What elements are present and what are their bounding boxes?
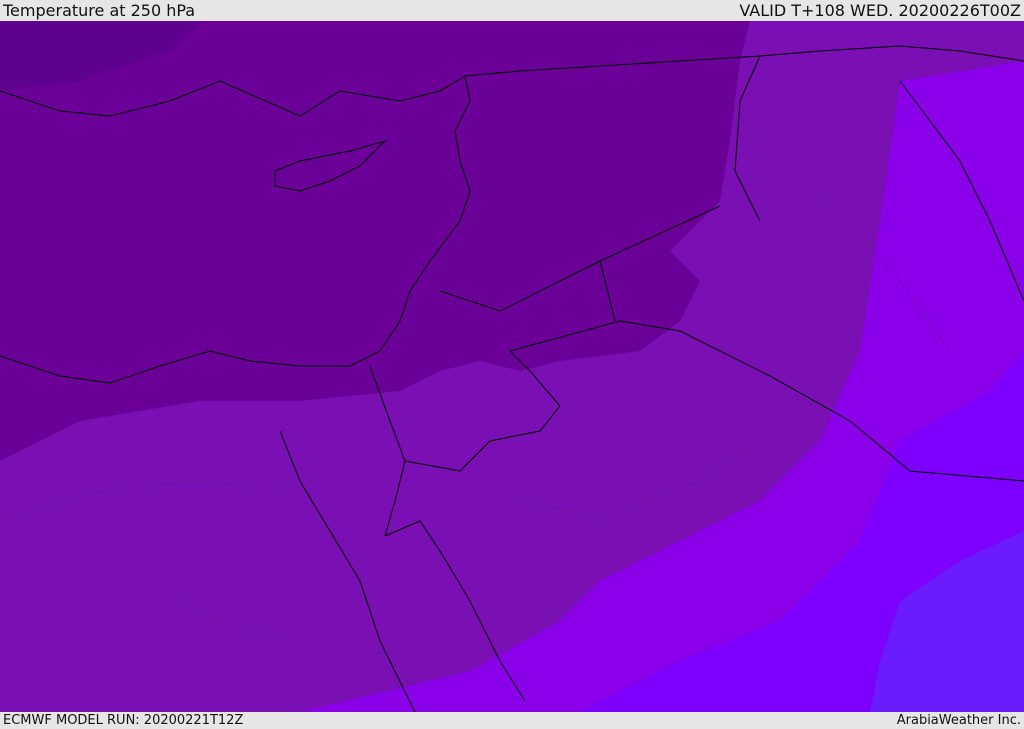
map-area[interactable] (0, 21, 1024, 712)
map-header: Temperature at 250 hPa VALID T+108 WED. … (0, 0, 1024, 21)
model-run: ECMWF MODEL RUN: 20200221T12Z (3, 713, 244, 728)
temperature-map (0, 21, 1024, 712)
credit: ArabiaWeather Inc. (896, 713, 1021, 728)
map-title: Temperature at 250 hPa (3, 1, 196, 20)
valid-time: VALID T+108 WED. 20200226T00Z (739, 1, 1021, 20)
map-footer: ECMWF MODEL RUN: 20200221T12Z ArabiaWeat… (0, 712, 1024, 729)
